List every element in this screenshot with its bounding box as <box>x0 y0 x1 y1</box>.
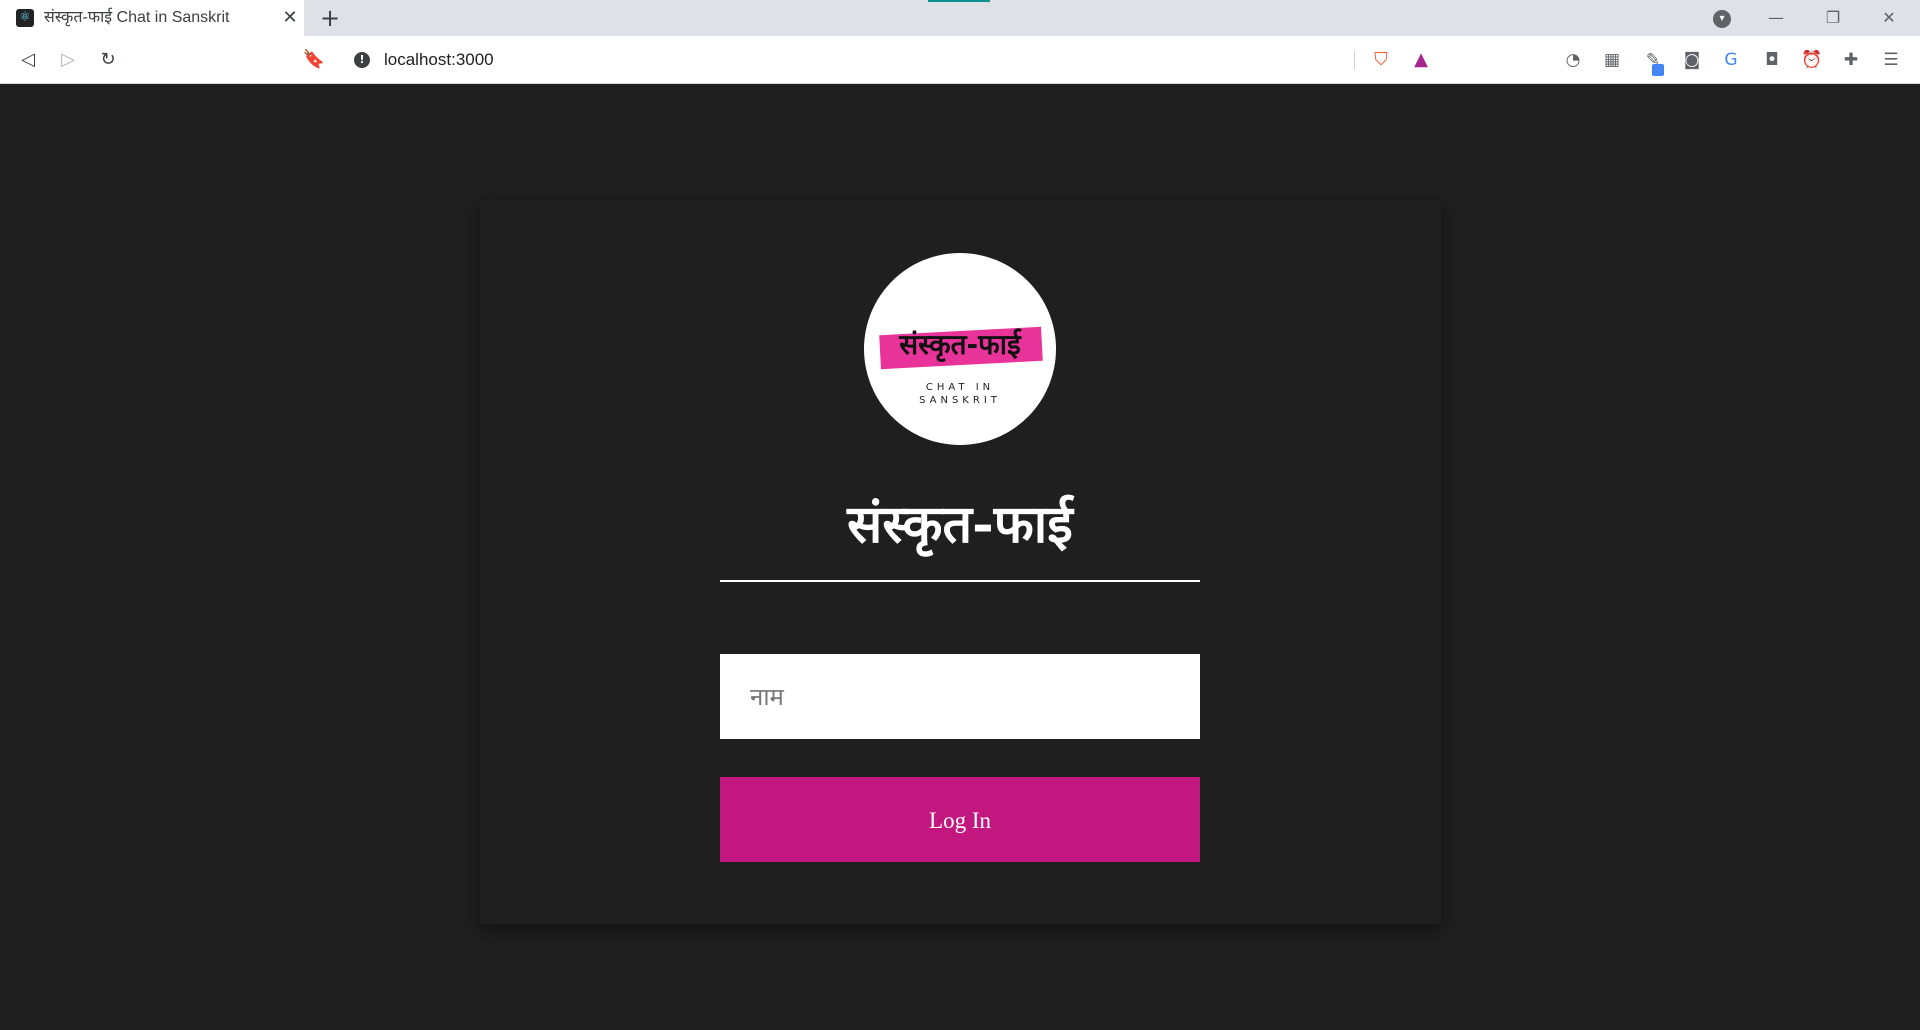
puzzle-icon[interactable]: ✚ <box>1839 48 1863 72</box>
bookmark-icon[interactable]: 🔖 <box>300 36 328 83</box>
logo-tagline: CHAT IN SANSKRIT <box>864 381 1056 407</box>
close-window-button[interactable]: ✕ <box>1866 0 1912 36</box>
back-icon[interactable]: ◁ <box>14 36 42 83</box>
app-title: संस्कृत-फाई <box>847 494 1073 555</box>
url-text[interactable]: localhost:3000 <box>384 43 494 77</box>
browser-toolbar: ◁ ▷ ↻ 🔖 ! localhost:3000 ⛉ ▲ ◔ ▦ ✎ ◙ G ◘… <box>0 36 1920 84</box>
name-input[interactable] <box>720 654 1200 739</box>
brave-shields-icon[interactable]: ⛉ <box>1370 49 1392 71</box>
pen-badge <box>1652 64 1664 76</box>
camera-icon[interactable]: ◙ <box>1680 48 1704 72</box>
omnibox-divider <box>1354 51 1355 69</box>
login-button[interactable]: Log In <box>720 777 1200 862</box>
restore-button[interactable]: ❐ <box>1810 0 1856 36</box>
profile-icon[interactable]: ◘ <box>1760 48 1784 72</box>
logo-tagline-line1: CHAT IN <box>925 382 995 393</box>
extension-grid-icon[interactable]: ▦ <box>1600 48 1624 72</box>
minimize-button[interactable]: — <box>1753 0 1799 36</box>
title-underline <box>720 580 1200 582</box>
reload-icon[interactable]: ↻ <box>94 36 122 83</box>
new-tab-button[interactable]: + <box>318 0 342 36</box>
tab-title: संस्कृत-फाई Chat in Sanskrit <box>44 9 230 26</box>
react-icon: ⚛ <box>16 9 34 27</box>
address-bar[interactable]: ! localhost:3000 ⛉ ▲ <box>342 43 1444 77</box>
browser-tab[interactable]: ⚛ संस्कृत-फाई Chat in Sanskrit ✕ <box>0 0 304 36</box>
close-tab-icon[interactable]: ✕ <box>280 0 300 36</box>
site-info-icon[interactable]: ! <box>354 52 370 68</box>
brave-rewards-icon[interactable]: ▲ <box>1410 49 1432 71</box>
forward-icon[interactable]: ▷ <box>54 36 82 83</box>
logo-tagline-line2: SANSKRIT <box>919 395 1001 406</box>
menu-icon[interactable]: ☰ <box>1879 48 1903 72</box>
logo-word: संस्कृत-फाई <box>899 328 1021 361</box>
translate-icon[interactable]: G <box>1719 48 1743 72</box>
tab-strip-accent <box>928 0 990 2</box>
app-logo: संस्कृत-फाई CHAT IN SANSKRIT <box>864 253 1056 445</box>
timer-icon[interactable]: ◔ <box>1561 48 1585 72</box>
tab-search-icon[interactable]: ▾ <box>1713 10 1731 28</box>
alarm-icon[interactable]: ⏰ <box>1800 48 1824 72</box>
browser-tab-strip: ⚛ संस्कृत-फाई Chat in Sanskrit ✕ + ▾ — ❐… <box>0 0 1920 36</box>
